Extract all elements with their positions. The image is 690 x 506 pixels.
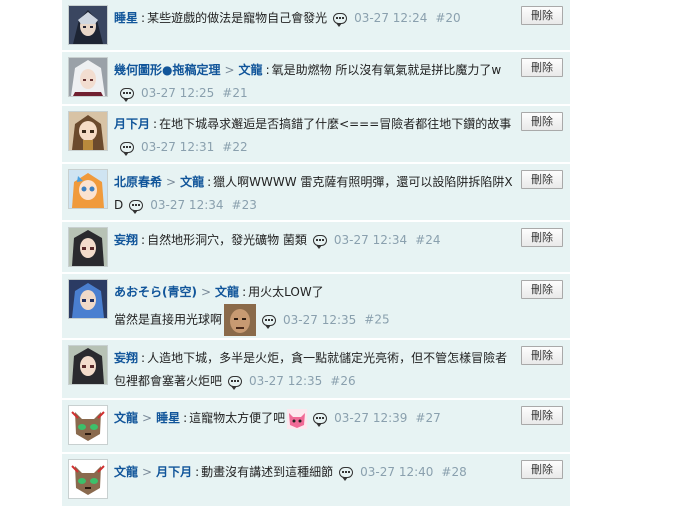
delete-button[interactable]: 刪除 <box>521 460 563 479</box>
sticker-image <box>287 408 308 429</box>
comment-floor[interactable]: #23 <box>232 198 257 212</box>
comment-username[interactable]: 妄翔 <box>114 233 138 247</box>
comment-username[interactable]: 幾何圖形●拖稿定理 <box>114 63 220 77</box>
reply-arrow: > <box>142 465 153 479</box>
comment-row: 文龍 > 月下月: 動畫沒有講述到這種細節 03-27 12:40 #28 刪除 <box>62 454 570 506</box>
blue-haired-character-avatar[interactable] <box>68 279 108 319</box>
reply-icon[interactable] <box>312 235 327 249</box>
comment-content: 妄翔: 自然地形洞穴，發光礦物 菌類 03-27 12:34 #24 <box>114 233 441 249</box>
comment-content: 北原春希 > 文龍: 獵人啊WWWW 雷克薩有照明彈，還可以設陷阱拆陷阱XD 03-27… <box>114 175 513 214</box>
comment-time: 03-27 12:40 <box>360 465 434 479</box>
comment-time: 03-27 12:35 <box>283 312 357 327</box>
comment-content: 文龍 > 月下月: 動畫沒有講述到這種細節 03-27 12:40 #28 <box>114 465 467 481</box>
comment-username[interactable]: あおそら(青空) <box>114 285 197 299</box>
comment-username[interactable]: 妄翔 <box>114 351 138 365</box>
comment-floor[interactable]: #27 <box>415 411 440 425</box>
brown-haired-girl-avatar[interactable] <box>68 111 108 151</box>
reply-to-username[interactable]: 文龍 <box>180 175 204 189</box>
reply-arrow: > <box>166 175 177 189</box>
delete-button[interactable]: 刪除 <box>521 58 563 77</box>
comment-content: 睡星: 某些遊戲的做法是寵物自己會發光 03-27 12:24 #20 <box>114 11 461 27</box>
comment-content: あおそら(青空) > 文龍: 用火太LOW了 當然是直接用光球啊 03-27 12:35… <box>114 281 514 336</box>
dark-haired-girl-avatar[interactable] <box>68 345 108 385</box>
delete-button[interactable]: 刪除 <box>521 6 563 25</box>
delete-button[interactable]: 刪除 <box>521 406 563 425</box>
comment-text: 動畫沒有講述到這種細節 <box>201 465 334 479</box>
cat-mascot-avatar[interactable] <box>68 405 108 445</box>
delete-button[interactable]: 刪除 <box>521 170 563 189</box>
comment-row: 文龍 > 睡星: 這寵物太方便了吧 03-27 12:39 #27 刪除 <box>62 400 570 454</box>
reply-icon[interactable] <box>313 413 328 427</box>
comment-floor[interactable]: #25 <box>364 313 389 327</box>
reply-icon[interactable] <box>129 200 144 214</box>
comment-time: 03-27 12:24 <box>354 11 428 25</box>
comment-username[interactable]: 月下月 <box>114 117 150 131</box>
comment-floor[interactable]: #22 <box>222 140 247 154</box>
comment-content: 月下月: 在地下城尋求邂逅是否搞錯了什麼<===冒險者都往地下鑽的故事03-27 … <box>114 117 512 156</box>
comment-floor[interactable]: #21 <box>222 86 247 100</box>
comment-text: 這寵物太方便了吧 <box>189 411 286 425</box>
reply-to-username[interactable]: 文龍 <box>239 63 263 77</box>
comment-time: 03-27 12:34 <box>150 198 224 212</box>
comment-text: 氧是助燃物 所以沒有氧氣就是拼比魔力了w <box>271 63 502 77</box>
comment-username[interactable]: 睡星 <box>114 11 138 25</box>
comment-row: 妄翔: 自然地形洞穴，發光礦物 菌類 03-27 12:34 #24 刪除 <box>62 222 570 274</box>
comment-time: 03-27 12:39 <box>334 411 408 425</box>
reply-icon[interactable] <box>120 88 134 102</box>
comment-text: 在地下城尋求邂逅是否搞錯了什麼<===冒險者都往地下鑽的故事 <box>159 117 512 131</box>
reply-icon[interactable] <box>339 467 354 481</box>
comment-username[interactable]: 北原春希 <box>114 175 162 189</box>
delete-button[interactable]: 刪除 <box>521 346 563 365</box>
comment-row: 妄翔: 人造地下城，多半是火炬，貪一點就儲定光亮術，但不管怎樣冒險者包裡都會塞著火… <box>62 340 570 400</box>
reply-icon[interactable] <box>120 142 134 156</box>
comment-floor[interactable]: #26 <box>330 374 355 388</box>
comment-time: 03-27 12:35 <box>249 374 323 388</box>
dark-haired-girl-avatar[interactable] <box>68 227 108 267</box>
white-haired-character-avatar[interactable] <box>68 57 108 97</box>
reply-icon[interactable] <box>262 314 277 329</box>
sticker-image <box>224 304 257 336</box>
comment-row: 幾何圖形●拖稿定理 > 文龍: 氧是助燃物 所以沒有氧氣就是拼比魔力了w03-27 1… <box>62 52 570 106</box>
delete-button[interactable]: 刪除 <box>521 280 563 299</box>
comment-username[interactable]: 文龍 <box>114 465 138 479</box>
comment-floor[interactable]: #20 <box>435 11 460 25</box>
comment-text: 某些遊戲的做法是寵物自己會發光 <box>147 11 328 25</box>
reply-to-username[interactable]: 月下月 <box>156 465 192 479</box>
comment-time: 03-27 12:31 <box>141 140 215 154</box>
reply-icon[interactable] <box>333 13 348 27</box>
comment-content: 幾何圖形●拖稿定理 > 文龍: 氧是助燃物 所以沒有氧氣就是拼比魔力了w03-27 1… <box>114 63 502 102</box>
dark-armored-character-avatar[interactable] <box>68 5 108 45</box>
comment-time: 03-27 12:34 <box>333 233 408 247</box>
delete-button[interactable]: 刪除 <box>521 112 563 131</box>
comment-content: 文龍 > 睡星: 這寵物太方便了吧 03-27 12:39 #27 <box>114 407 514 430</box>
reply-arrow: > <box>142 411 153 425</box>
comment-floor[interactable]: #24 <box>415 233 440 247</box>
comment-content: 妄翔: 人造地下城，多半是火炬，貪一點就儲定光亮術，但不管怎樣冒險者包裡都會塞著火… <box>114 351 508 390</box>
reply-arrow: > <box>200 285 212 299</box>
reply-arrow: > <box>224 63 235 77</box>
comment-row: 睡星: 某些遊戲的做法是寵物自己會發光 03-27 12:24 #20 刪除 <box>62 0 570 52</box>
cat-mascot-avatar[interactable] <box>68 459 108 499</box>
reply-to-username[interactable]: 睡星 <box>156 411 180 425</box>
comment-row: 北原春希 > 文龍: 獵人啊WWWW 雷克薩有照明彈，還可以設陷阱拆陷阱XD 03-27… <box>62 164 570 222</box>
comment-row: 月下月: 在地下城尋求邂逅是否搞錯了什麼<===冒險者都往地下鑽的故事03-27 … <box>62 106 570 164</box>
comment-username[interactable]: 文龍 <box>114 411 138 425</box>
delete-button[interactable]: 刪除 <box>521 228 563 247</box>
comment-floor[interactable]: #28 <box>441 465 466 479</box>
comment-row: あおそら(青空) > 文龍: 用火太LOW了 當然是直接用光球啊 03-27 12:35… <box>62 274 570 340</box>
reply-icon[interactable] <box>228 376 243 390</box>
orange-haired-girl-avatar[interactable] <box>68 169 108 209</box>
comment-time: 03-27 12:25 <box>141 86 215 100</box>
comment-text: 自然地形洞穴，發光礦物 菌類 <box>147 233 307 247</box>
reply-to-username[interactable]: 文龍 <box>215 285 239 299</box>
